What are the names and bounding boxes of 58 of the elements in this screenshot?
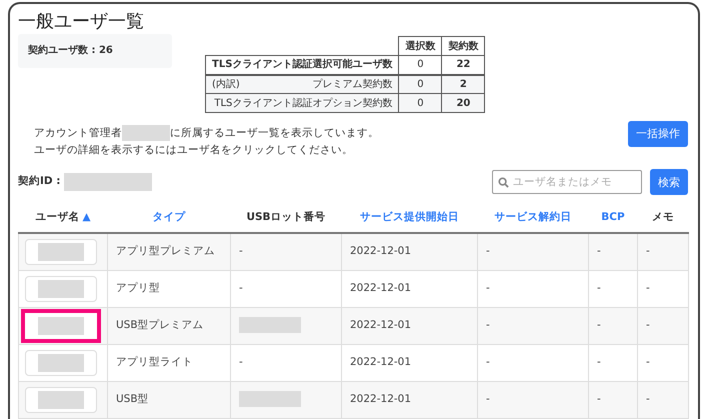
table-cell: - xyxy=(597,392,601,405)
table-cell: - xyxy=(597,282,601,294)
table-cell: - xyxy=(239,244,243,257)
redacted-block xyxy=(122,125,170,142)
description-text: に所属するユーザ一覧を表示しています。 xyxy=(170,127,379,139)
table-cell: - xyxy=(239,356,243,368)
row-label: TLSクライアント認証選択可能ユーザ数 xyxy=(212,58,392,72)
description-text: アカウント管理者 xyxy=(34,127,122,139)
table-cell: - xyxy=(486,244,490,257)
table-cell: USB型 xyxy=(116,392,149,405)
table-cell: アプリ型ライト xyxy=(116,356,193,368)
redacted-block xyxy=(239,391,301,408)
table-cell: 2022-12-01 xyxy=(350,244,412,257)
table-cell: - xyxy=(646,282,650,294)
table-cell: - xyxy=(597,244,601,257)
row-label: プレミアム契約数 xyxy=(312,78,392,92)
table-cell: 2022-12-01 xyxy=(350,356,412,368)
table-cell: 0 xyxy=(398,94,442,112)
column-header: USBロット番号 xyxy=(246,210,326,223)
contract-id-label: 契約ID : xyxy=(18,174,60,190)
table-cell: アプリ型 xyxy=(116,282,160,294)
table-cell: - xyxy=(486,392,490,405)
column-header-link[interactable]: タイプ xyxy=(152,210,186,223)
bulk-action-button[interactable]: 一括操作 xyxy=(628,121,688,147)
table-cell: - xyxy=(646,356,650,368)
page-title: 一般ユーザ一覧 xyxy=(18,10,145,34)
table-cell: USB型プレミアム xyxy=(116,318,204,331)
table-cell: アプリ型プレミアム xyxy=(116,244,215,257)
table-cell: 2022-12-01 xyxy=(350,392,412,405)
table-cell: - xyxy=(646,392,650,405)
search-field[interactable]: ユーザ名またはメモ xyxy=(492,170,642,194)
table-cell: - xyxy=(486,356,490,368)
column-header: ユーザ名 xyxy=(35,210,80,223)
column-header-link[interactable]: サービス解約日 xyxy=(494,210,572,223)
column-header: 選択数 xyxy=(398,36,442,56)
table-cell: 20 xyxy=(442,94,485,112)
search-button[interactable]: 検索 xyxy=(650,169,688,195)
redacted-block xyxy=(239,317,301,334)
table-cell: 2022-12-01 xyxy=(350,318,412,331)
contract-user-count: 契約ユーザ数 : 26 xyxy=(18,34,172,68)
table-cell: - xyxy=(486,282,490,294)
column-header-link[interactable]: サービス提供開始日 xyxy=(360,210,459,223)
table-cell: 2022-12-01 xyxy=(350,282,412,294)
user-name-button[interactable] xyxy=(21,308,101,342)
row-label: TLSクライアント認証オプション契約数 xyxy=(214,96,392,110)
table-cell: - xyxy=(597,356,601,368)
search-icon xyxy=(498,177,509,188)
table-cell: - xyxy=(646,244,650,257)
sort-indicator: ▲ xyxy=(82,210,91,223)
table-cell: - xyxy=(239,282,243,294)
table-cell: - xyxy=(486,318,490,331)
description-text: ユーザの詳細を表示するにはユーザ名をクリックしてください。 xyxy=(34,143,354,158)
column-header-link[interactable]: BCP xyxy=(601,210,625,223)
table-cell: - xyxy=(646,318,650,331)
row-label: (内訳) xyxy=(212,78,240,92)
column-header: メモ xyxy=(652,210,674,223)
table-cell: - xyxy=(597,318,601,331)
column-header: 契約数 xyxy=(442,36,485,56)
